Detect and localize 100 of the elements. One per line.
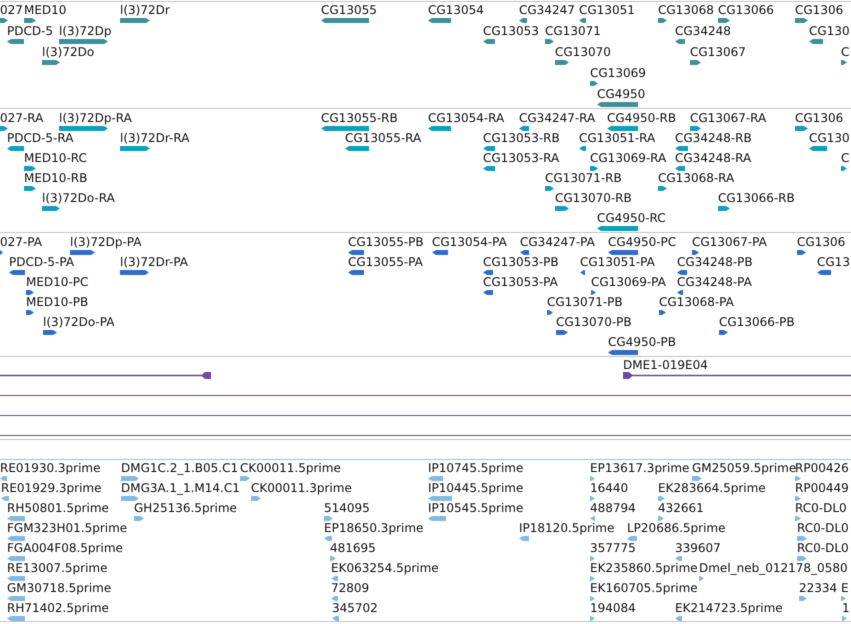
feature-glyph[interactable]: [42, 205, 60, 212]
feature-glyph[interactable]: [675, 165, 685, 172]
feature-glyph[interactable]: [658, 185, 667, 192]
feature-glyph[interactable]: [321, 17, 369, 24]
feature-glyph[interactable]: [608, 249, 638, 256]
feature-glyph[interactable]: [345, 145, 369, 152]
feature-glyph[interactable]: [690, 59, 701, 66]
feature-glyph[interactable]: [797, 555, 807, 562]
feature-glyph[interactable]: [348, 269, 364, 276]
feature-glyph[interactable]: [580, 269, 585, 276]
feature-glyph[interactable]: [597, 225, 638, 232]
feature-glyph[interactable]: [332, 615, 339, 622]
feature-glyph[interactable]: [120, 269, 149, 276]
feature-glyph[interactable]: [321, 125, 369, 132]
feature-glyph[interactable]: [692, 249, 699, 256]
feature-glyph[interactable]: [519, 17, 527, 24]
feature-glyph[interactable]: [7, 535, 25, 542]
feature-glyph[interactable]: [841, 59, 847, 66]
feature-glyph[interactable]: [324, 515, 333, 522]
feature-glyph[interactable]: [547, 309, 553, 316]
feature-glyph[interactable]: [7, 515, 25, 522]
feature-glyph[interactable]: [699, 575, 704, 582]
feature-glyph[interactable]: [134, 515, 144, 522]
feature-glyph[interactable]: [607, 125, 638, 132]
feature-glyph[interactable]: [26, 309, 34, 316]
feature-glyph[interactable]: [590, 165, 598, 172]
feature-glyph[interactable]: [579, 145, 586, 152]
feature-glyph[interactable]: [841, 165, 847, 172]
feature-glyph[interactable]: [545, 38, 554, 45]
clone-glyph[interactable]: [623, 372, 851, 379]
feature-glyph[interactable]: [809, 38, 823, 45]
feature-glyph[interactable]: [428, 495, 452, 502]
feature-glyph[interactable]: [795, 515, 801, 522]
feature-glyph[interactable]: [324, 535, 332, 542]
feature-glyph[interactable]: [675, 145, 688, 152]
feature-glyph[interactable]: [590, 515, 595, 522]
feature-glyph[interactable]: [7, 145, 24, 152]
feature-glyph[interactable]: [590, 555, 595, 562]
feature-glyph[interactable]: [121, 495, 139, 502]
feature-glyph[interactable]: [590, 475, 595, 482]
feature-glyph[interactable]: [675, 555, 682, 562]
feature-glyph[interactable]: [70, 249, 95, 256]
feature-glyph[interactable]: [590, 595, 595, 602]
feature-glyph[interactable]: [675, 615, 682, 622]
feature-glyph[interactable]: [590, 80, 598, 87]
feature-glyph[interactable]: [483, 145, 495, 152]
feature-glyph[interactable]: [658, 515, 664, 522]
feature-glyph[interactable]: [483, 289, 493, 296]
feature-glyph[interactable]: [718, 17, 730, 24]
feature-glyph[interactable]: [590, 495, 595, 502]
feature-glyph[interactable]: [0, 17, 8, 24]
feature-glyph[interactable]: [428, 475, 443, 482]
feature-glyph[interactable]: [251, 495, 261, 502]
feature-glyph[interactable]: [26, 289, 34, 296]
feature-glyph[interactable]: [795, 475, 801, 482]
feature-glyph[interactable]: [795, 17, 808, 24]
feature-glyph[interactable]: [7, 615, 25, 622]
feature-glyph[interactable]: [677, 269, 687, 276]
feature-glyph[interactable]: [841, 595, 846, 602]
feature-glyph[interactable]: [658, 495, 665, 502]
feature-glyph[interactable]: [597, 101, 638, 108]
feature-glyph[interactable]: [0, 475, 7, 482]
feature-glyph[interactable]: [590, 575, 595, 582]
feature-glyph[interactable]: [428, 17, 451, 24]
feature-glyph[interactable]: [555, 59, 569, 66]
feature-glyph[interactable]: [330, 555, 336, 562]
feature-glyph[interactable]: [627, 535, 637, 542]
feature-glyph[interactable]: [483, 269, 493, 276]
feature-glyph[interactable]: [24, 165, 36, 172]
feature-glyph[interactable]: [842, 615, 847, 622]
feature-glyph[interactable]: [608, 349, 638, 356]
feature-glyph[interactable]: [331, 595, 338, 602]
feature-glyph[interactable]: [545, 185, 554, 192]
feature-glyph[interactable]: [428, 125, 451, 132]
feature-glyph[interactable]: [556, 329, 568, 336]
feature-glyph[interactable]: [7, 575, 25, 582]
feature-glyph[interactable]: [797, 249, 806, 256]
feature-glyph[interactable]: [9, 269, 25, 276]
feature-glyph[interactable]: [579, 17, 586, 24]
feature-glyph[interactable]: [7, 555, 25, 562]
feature-glyph[interactable]: [428, 515, 446, 522]
feature-glyph[interactable]: [519, 535, 529, 542]
feature-glyph[interactable]: [719, 329, 728, 336]
feature-glyph[interactable]: [591, 289, 596, 296]
feature-glyph[interactable]: [590, 615, 595, 622]
feature-glyph[interactable]: [675, 38, 685, 45]
feature-glyph[interactable]: [795, 495, 801, 502]
feature-glyph[interactable]: [677, 289, 683, 296]
feature-glyph[interactable]: [555, 205, 569, 212]
feature-glyph[interactable]: [121, 475, 139, 482]
feature-glyph[interactable]: [483, 38, 495, 45]
feature-glyph[interactable]: [120, 145, 150, 152]
feature-glyph[interactable]: [24, 185, 36, 192]
feature-glyph[interactable]: [42, 59, 60, 66]
feature-glyph[interactable]: [331, 575, 338, 582]
feature-glyph[interactable]: [797, 535, 807, 542]
feature-glyph[interactable]: [240, 475, 250, 482]
feature-glyph[interactable]: [519, 125, 529, 132]
feature-glyph[interactable]: [690, 125, 701, 132]
feature-glyph[interactable]: [692, 475, 702, 482]
